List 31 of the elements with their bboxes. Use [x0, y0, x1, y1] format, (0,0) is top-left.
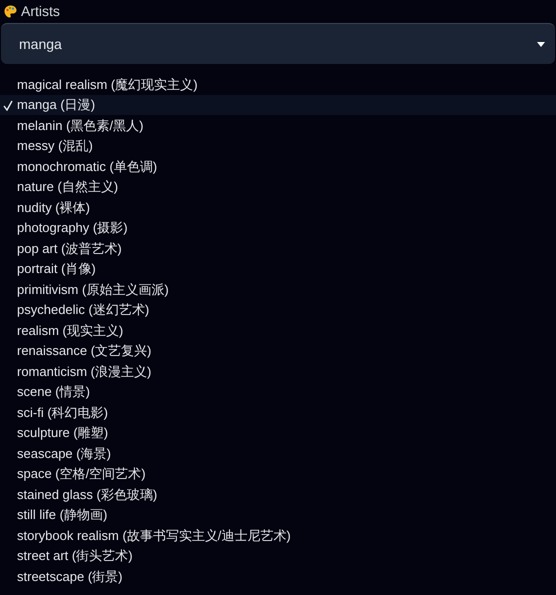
option-item[interactable]: melanin (黑色素/黑人) [0, 115, 556, 136]
option-item[interactable]: magical realism (魔幻现实主义) [0, 74, 556, 94]
option-item[interactable]: monochromatic (单色调) [0, 156, 556, 176]
option-item[interactable]: portrait (肖像) [0, 258, 556, 279]
option-item[interactable]: messy (混乱) [0, 136, 556, 156]
option-item[interactable]: storybook realism (故事书写实主义/迪士尼艺术) [0, 525, 556, 546]
caret-icon [537, 42, 545, 46]
option-item[interactable]: space (空格/空间艺术) [0, 464, 556, 484]
palette-icon [4, 5, 17, 18]
select-field[interactable]: manga [1, 23, 555, 64]
option-item[interactable]: manga (日漫) [0, 94, 556, 115]
option-item[interactable]: seascape (海景) [0, 443, 556, 464]
option-item[interactable]: sculpture (雕塑) [0, 422, 556, 443]
option-item[interactable]: stained glass (彩色玻璃) [0, 484, 556, 504]
option-item[interactable]: romanticism (浪漫主义) [0, 361, 556, 382]
option-item[interactable]: photography (摄影) [0, 218, 556, 238]
option-item[interactable]: still life (静物画) [0, 504, 556, 525]
option-item[interactable]: scene (情景) [0, 382, 556, 402]
option-item[interactable]: psychedelic (迷幻艺术) [0, 300, 556, 320]
option-item[interactable]: street art (街头艺术) [0, 546, 556, 566]
option-item[interactable]: nature (自然主义) [0, 176, 556, 197]
option-item[interactable]: sci-fi (科幻电影) [0, 402, 556, 422]
option-item[interactable]: pop art (波普艺术) [0, 238, 556, 258]
check-icon [3, 100, 13, 110]
select-value: manga [19, 34, 62, 54]
option-item[interactable]: nudity (裸体) [0, 197, 556, 218]
option-item[interactable]: realism (现实主义) [0, 320, 556, 340]
option-item[interactable]: renaissance (文艺复兴) [0, 340, 556, 361]
option-item[interactable]: primitivism (原始主义画派) [0, 279, 556, 300]
field-label: Artists [21, 2, 60, 21]
option-item[interactable]: streetscape (街景) [0, 566, 556, 586]
